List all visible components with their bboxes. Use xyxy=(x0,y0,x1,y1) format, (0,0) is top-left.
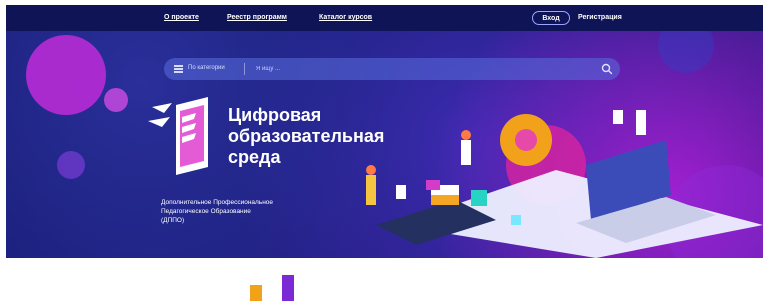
description-line: Дополнительное Профессиональное xyxy=(161,199,274,206)
search-input[interactable] xyxy=(256,63,586,75)
cube-icon xyxy=(426,180,440,190)
description-line: Педагогическое Образование xyxy=(161,208,251,215)
search-icon[interactable] xyxy=(601,63,613,75)
logo-icon xyxy=(148,97,208,175)
category-filter-label[interactable]: По категории xyxy=(188,65,225,71)
description-line: (ДППО) xyxy=(161,217,185,224)
nav-link-about[interactable]: О проекте xyxy=(164,14,199,21)
cube-icon xyxy=(511,215,521,225)
hero-banner: О проекте Реестр программ Каталог курсов… xyxy=(6,5,763,258)
nav-link-program-registry[interactable]: Реестр программ xyxy=(227,14,287,21)
register-link[interactable]: Регистрация xyxy=(578,14,622,21)
person-icon xyxy=(366,175,376,205)
person-icon xyxy=(636,110,646,135)
bottom-decoration xyxy=(250,275,294,301)
books-icon xyxy=(431,195,459,205)
search-divider xyxy=(244,63,245,75)
menu-icon[interactable] xyxy=(174,65,183,73)
person-icon xyxy=(461,140,471,165)
login-button[interactable]: Вход xyxy=(532,11,570,25)
nav-link-course-catalog[interactable]: Каталог курсов xyxy=(319,14,372,21)
document-icon xyxy=(396,185,406,199)
cube-icon xyxy=(471,190,487,206)
document-icon xyxy=(613,110,623,124)
hero-description: Дополнительное Профессиональное Педагоги… xyxy=(161,198,321,225)
top-navigation-bar: О проекте Реестр программ Каталог курсов… xyxy=(6,5,763,31)
isometric-illustration xyxy=(366,110,763,258)
